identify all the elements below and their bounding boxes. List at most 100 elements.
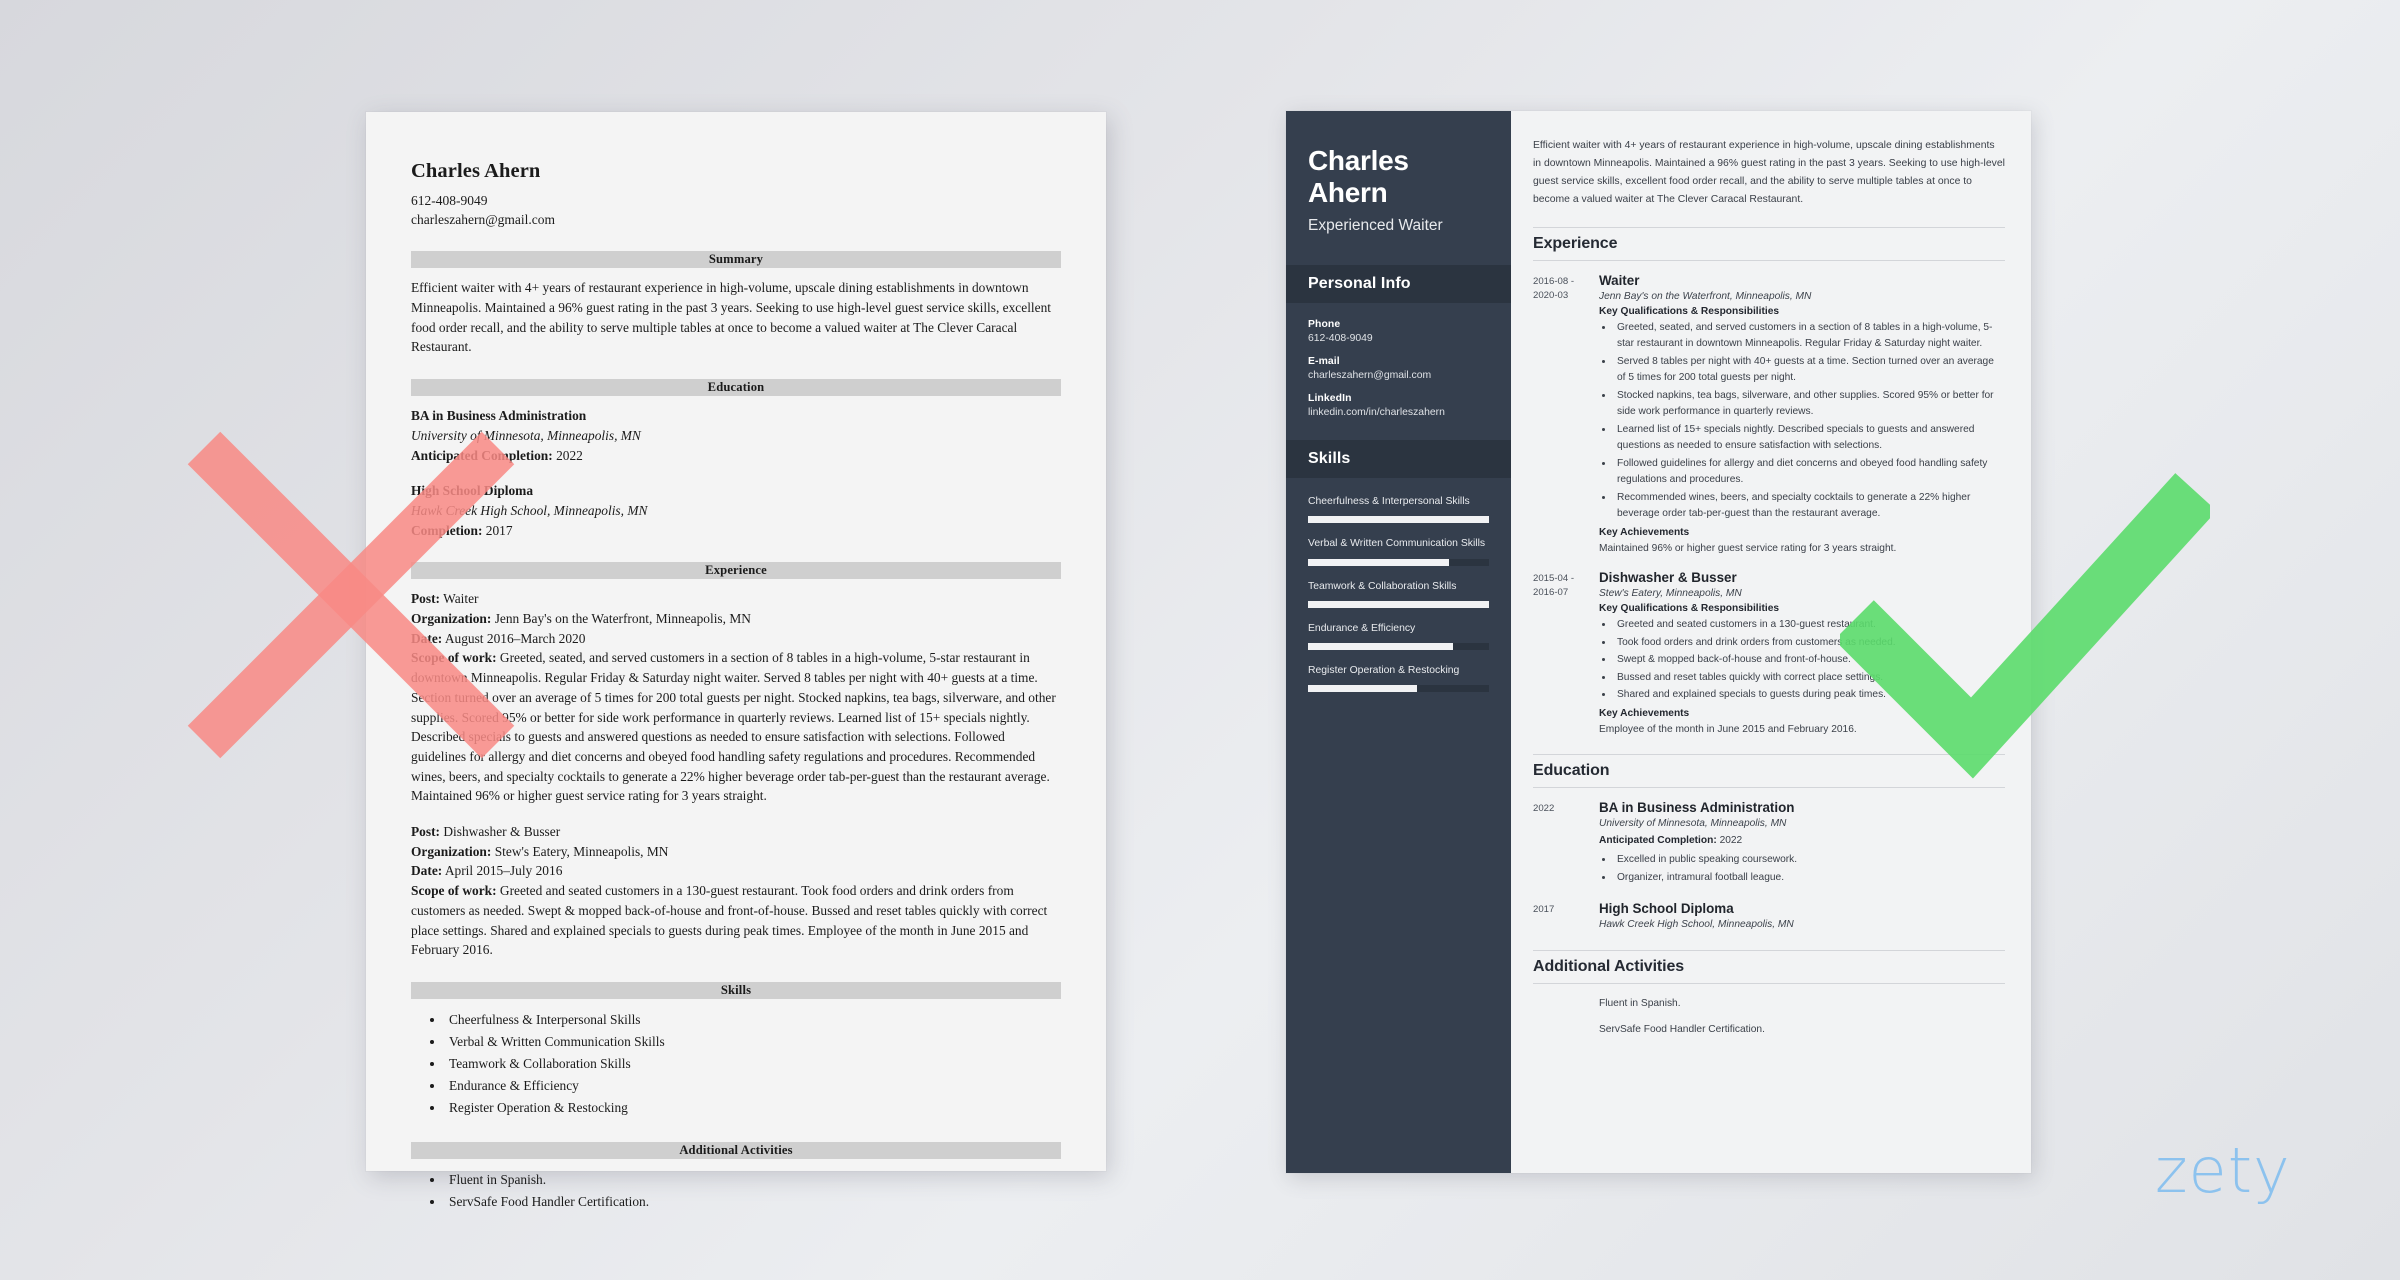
skill-name: Teamwork & Collaboration Skills — [1308, 580, 1457, 592]
skill-name: Endurance & Efficiency — [1308, 622, 1416, 634]
skill-bar-fill — [1308, 516, 1489, 524]
list-item: Took food orders and drink orders from c… — [1614, 635, 2005, 652]
experience-achievement: Maintained 96% or higher guest service r… — [1599, 542, 1897, 554]
skill-bar-track — [1308, 642, 1489, 650]
education-bullets: Excelled in public speaking coursework. … — [1599, 852, 2005, 886]
skill-name: Cheerfulness & Interpersonal Skills — [1308, 496, 1470, 508]
experience-dates: 2016-08 - 2020-03 — [1533, 273, 1599, 558]
skill-item: Cheerfulness & Interpersonal Skills — [1308, 494, 1489, 524]
personal-info-label-phone: Phone — [1308, 319, 1341, 331]
bad-experience-organization: Stew's Eatery, Minneapolis, MN — [494, 843, 669, 859]
experience-achievement: Employee of the month in June 2015 and F… — [1599, 723, 1857, 735]
experience-date-to: 2020-03 — [1533, 289, 1569, 301]
skill-bar-fill — [1308, 600, 1489, 608]
sidebar-name: Charles Ahern — [1308, 145, 1489, 208]
experience-dates: 2015-04 - 2016-07 — [1533, 570, 1599, 738]
personal-info-value-phone: 612-408-9049 — [1308, 333, 1373, 345]
sidebar-skills-body: Cheerfulness & Interpersonal Skills Verb… — [1286, 478, 1511, 709]
good-section-title-experience: Experience — [1533, 226, 2005, 261]
list-item: Cheerfulness & Interpersonal Skills — [445, 1009, 1061, 1031]
skill-bar-fill — [1308, 684, 1417, 692]
bad-label-date: Date: — [411, 863, 443, 879]
bad-label-organization: Organization: — [411, 843, 492, 859]
experience-title: Dishwasher & Busser — [1599, 570, 1737, 586]
skill-name: Register Operation & Restocking — [1308, 664, 1460, 676]
list-item: Recommended wines, beers, and specialty … — [1614, 490, 2005, 523]
bad-label-scope: Scope of work: — [411, 883, 497, 899]
list-item: Swept & mopped back-of-house and front-o… — [1614, 652, 2005, 669]
education-school: University of Minnesota, Minneapolis, MN — [1599, 817, 1787, 829]
bad-education-completion-value: 2017 — [485, 522, 513, 538]
experience-entry: 2016-08 - 2020-03 Waiter Jenn Bay's on t… — [1533, 273, 2005, 558]
bad-section-header-skills: Skills — [411, 982, 1061, 999]
bad-education-completion-value: 2022 — [556, 447, 583, 463]
bad-education-school: Hawk Creek High School, Minneapolis, MN — [411, 502, 648, 518]
bad-label-post: Post: — [411, 824, 441, 840]
comparison-stage: Charles Ahern 612-408-9049 charleszahern… — [0, 0, 2400, 1280]
bad-section-header-education: Education — [411, 379, 1061, 397]
education-date: 2017 — [1533, 904, 1555, 916]
bad-label-date: Date: — [411, 630, 443, 646]
experience-entry: 2015-04 - 2016-07 Dishwasher & Busser St… — [1533, 570, 2005, 738]
bad-education-school: University of Minnesota, Minneapolis, MN — [411, 427, 641, 443]
bad-resume-email: charleszahern@gmail.com — [411, 212, 555, 228]
bad-experience-date: April 2015–July 2016 — [444, 863, 563, 879]
sidebar-name-last: Ahern — [1308, 176, 1388, 208]
bad-experience-date: August 2016–March 2020 — [444, 630, 586, 646]
skill-bar-track — [1308, 558, 1489, 566]
good-section-title-education: Education — [1533, 753, 2005, 788]
sidebar-header: Charles Ahern Experienced Waiter — [1286, 111, 1511, 265]
experience-organization: Jenn Bay's on the Waterfront, Minneapoli… — [1599, 290, 1812, 302]
bad-experience-entry: Post: Dishwasher & Busser Organization: … — [411, 822, 1061, 960]
good-resume-sidebar: Charles Ahern Experienced Waiter Persona… — [1286, 111, 1511, 1173]
bad-resume-document: Charles Ahern 612-408-9049 charleszahern… — [366, 112, 1106, 1209]
list-item: Greeted and seated customers in a 130-gu… — [1614, 617, 2005, 634]
skill-item: Verbal & Written Communication Skills — [1308, 536, 1489, 566]
bad-education-entry: BA in Business Administration University… — [411, 406, 1061, 465]
bad-additional-list: Fluent in Spanish. ServSafe Food Handler… — [411, 1169, 1061, 1213]
skill-bar-track — [1308, 684, 1489, 692]
skill-bar-track — [1308, 600, 1489, 608]
sidebar-role: Experienced Waiter — [1308, 217, 1443, 235]
good-resume-main: Efficient waiter with 4+ years of restau… — [1511, 111, 2031, 1173]
skill-item: Teamwork & Collaboration Skills — [1308, 579, 1489, 608]
bad-education-completion-label: Completion: — [411, 522, 483, 538]
experience-date-to: 2016-07 — [1533, 587, 1569, 599]
sidebar-section-skills: Skills — [1286, 440, 1511, 479]
list-item: Register Operation & Restocking — [445, 1097, 1061, 1119]
bad-skills-list: Cheerfulness & Interpersonal Skills Verb… — [411, 1009, 1061, 1120]
bad-label-scope: Scope of work: — [411, 650, 497, 666]
list-item: Verbal & Written Communication Skills — [445, 1031, 1061, 1053]
list-item: Bussed and reset tables quickly with cor… — [1614, 670, 2005, 687]
skill-bar-fill — [1308, 642, 1453, 650]
bad-education-entry: High School Diploma Hawk Creek High Scho… — [411, 481, 1061, 540]
bad-section-header-additional: Additional Activities — [411, 1141, 1061, 1159]
zety-logo: zety — [2155, 1134, 2291, 1207]
good-resume-document: Charles Ahern Experienced Waiter Persona… — [1286, 111, 2031, 1173]
skill-name: Verbal & Written Communication Skills — [1308, 538, 1486, 550]
list-item: Served 8 tables per night with 40+ guest… — [1614, 354, 2005, 387]
skill-item: Endurance & Efficiency — [1308, 621, 1489, 650]
additional-item: ServSafe Food Handler Certification. — [1599, 1023, 1765, 1035]
bad-resume-contact: 612-408-9049 charleszahern@gmail.com — [411, 191, 1061, 229]
list-item: Followed guidelines for allergy and diet… — [1614, 456, 2005, 489]
bad-education-degree: High School Diploma — [411, 483, 534, 499]
personal-info-value-linkedin[interactable]: linkedin.com/in/charleszahern — [1308, 407, 1489, 418]
experience-bullets: Greeted and seated customers in a 130-gu… — [1599, 617, 2005, 704]
experience-organization: Stew's Eatery, Minneapolis, MN — [1599, 588, 1742, 600]
skill-item: Register Operation & Restocking — [1308, 663, 1489, 692]
additional-item: Fluent in Spanish. — [1599, 998, 1681, 1010]
bad-section-header-experience: Experience — [411, 562, 1061, 580]
sidebar-name-first: Charles — [1308, 145, 1409, 176]
personal-info-label-email: E-mail — [1308, 356, 1340, 368]
bad-experience-post: Dishwasher & Busser — [443, 824, 561, 840]
experience-title: Waiter — [1599, 272, 1640, 288]
bad-experience-post: Waiter — [443, 591, 479, 607]
personal-info-label-linkedin: LinkedIn — [1308, 393, 1352, 405]
bad-resume-name: Charles Ahern — [411, 160, 541, 182]
bad-resume-phone: 612-408-9049 — [411, 193, 488, 208]
bad-education-degree: BA in Business Administration — [411, 408, 587, 424]
experience-date-from: 2015-04 - — [1533, 573, 1575, 585]
skill-bar-fill — [1308, 558, 1450, 566]
bad-experience-organization: Jenn Bay's on the Waterfront, Minneapoli… — [494, 611, 751, 627]
